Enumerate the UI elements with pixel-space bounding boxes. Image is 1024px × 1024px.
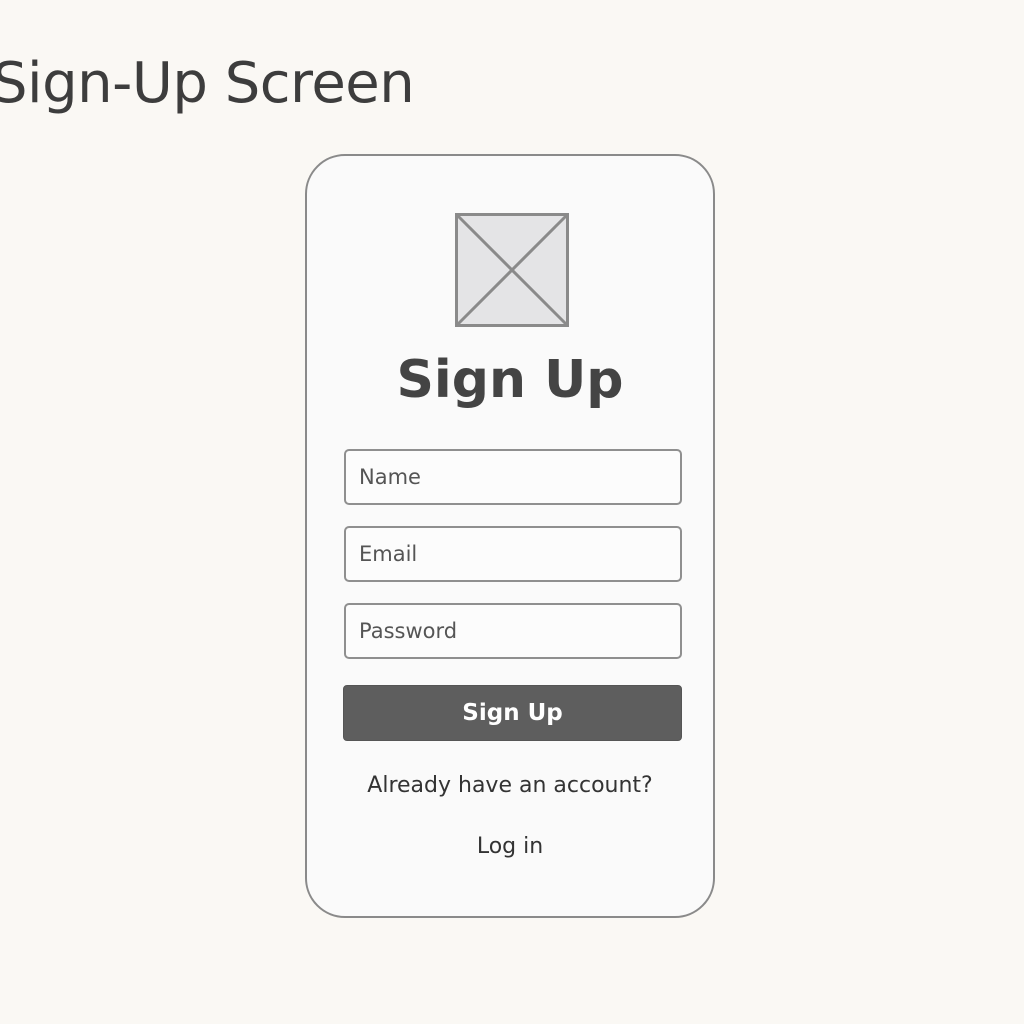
form-title: Sign Up [396,350,624,410]
page-heading: Sign-Up Screen [0,51,415,116]
image-placeholder-icon [455,213,569,327]
login-link-row: Log in [307,834,713,859]
password-field[interactable] [344,603,682,659]
login-link[interactable]: Log in [477,834,543,859]
name-field[interactable] [344,449,682,505]
sign-up-button[interactable]: Sign Up [343,685,682,741]
phone-frame: Sign Up Sign Up Already have an account?… [305,154,715,918]
email-field[interactable] [344,526,682,582]
login-prompt: Already have an account? [367,773,653,798]
